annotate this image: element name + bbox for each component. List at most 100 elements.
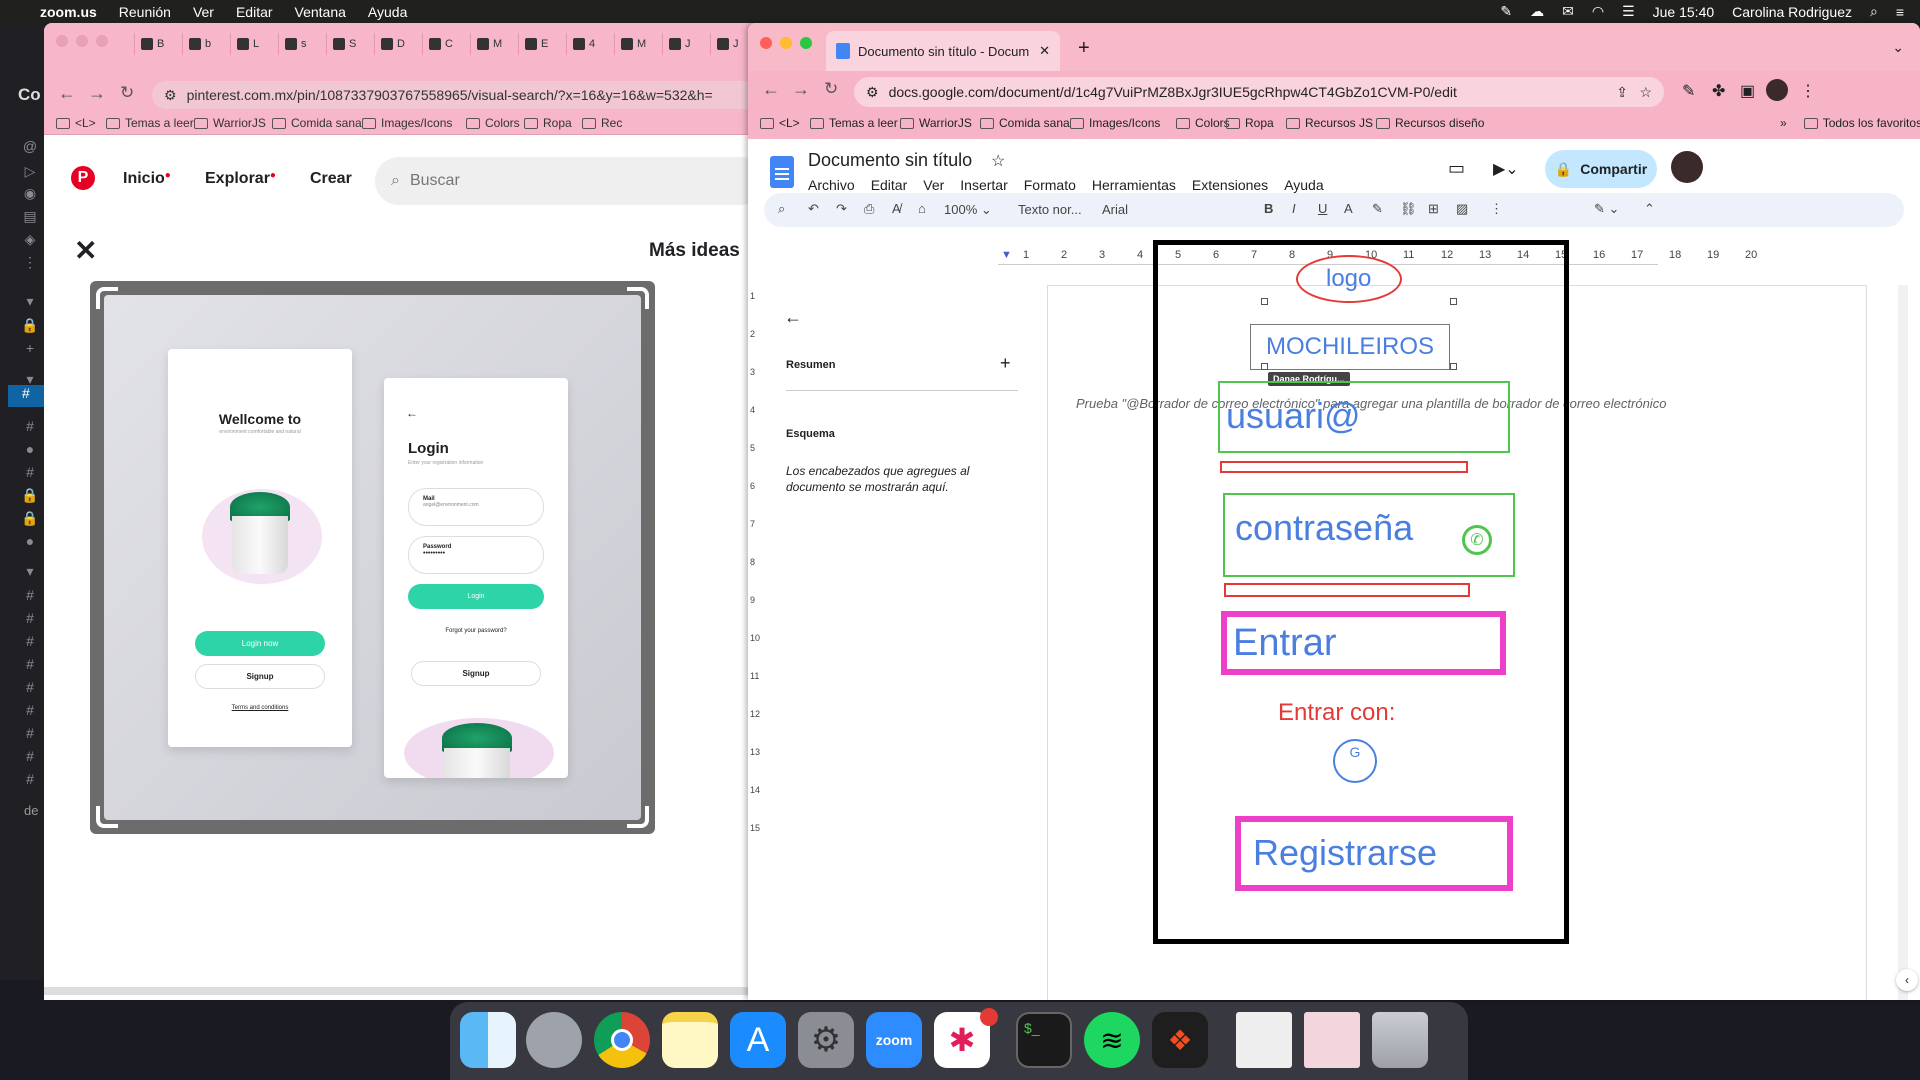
vertical-ruler[interactable]: 1 2 3 4 5 6 7 8 9 10 11 12 13 14 15	[748, 291, 762, 991]
more-bookmarks-icon[interactable]: »	[1780, 116, 1787, 130]
caret-icon[interactable]: ▾	[22, 293, 38, 309]
share-button[interactable]: 🔒 Compartir	[1545, 150, 1657, 188]
pen-status-icon[interactable]: ✎	[1500, 3, 1512, 20]
pinterest-tab[interactable]: s	[278, 33, 326, 55]
side-panel-collapse-icon[interactable]: ‹	[1896, 969, 1918, 991]
underline-icon[interactable]: U	[1318, 201, 1327, 216]
send-icon[interactable]: ▷	[22, 163, 38, 179]
bookmark-item[interactable]: Temas a leer	[106, 116, 194, 130]
profile-avatar[interactable]	[1766, 79, 1788, 101]
avatar[interactable]: ●	[22, 441, 38, 457]
pinterest-tab[interactable]: 4	[566, 33, 614, 55]
lock-icon[interactable]: 🔒	[21, 317, 38, 333]
crop-corner-bl[interactable]	[96, 806, 118, 828]
bold-icon[interactable]: B	[1264, 201, 1273, 216]
bookmark-item[interactable]: WarriorJS	[900, 116, 972, 130]
pinterest-url-field[interactable]: ⚙ pinterest.com.mx/pin/10873379037675589…	[152, 81, 756, 109]
account-avatar[interactable]	[1671, 151, 1703, 183]
avatar[interactable]: ●	[22, 533, 38, 549]
bookmark-item[interactable]: Recursos diseño	[1376, 116, 1484, 130]
selection-handle[interactable]	[1261, 363, 1268, 370]
tab-search-icon[interactable]: ⌄	[1892, 39, 1904, 56]
channel-hash-icon[interactable]: #	[22, 702, 38, 718]
nav-explorar[interactable]: Explorar●	[205, 170, 276, 188]
bookmark-item[interactable]: <L>	[760, 116, 800, 130]
bookmark-item[interactable]: Images/Icons	[1070, 116, 1160, 130]
docs-menu-item[interactable]: Insertar	[960, 177, 1007, 193]
close-pin-icon[interactable]: ✕	[74, 234, 97, 267]
paint-format-icon[interactable]: ⌂	[918, 201, 926, 216]
menubar-item-editar[interactable]: Editar	[236, 4, 273, 20]
tab-close-icon[interactable]: ✕	[1039, 43, 1050, 59]
docs-menu-item[interactable]: Ver	[923, 177, 944, 193]
menubar-item-reunion[interactable]: Reunión	[119, 4, 171, 20]
docs-url-field[interactable]: ⚙ docs.google.com/document/d/1c4g7VuiPrM…	[854, 77, 1664, 107]
zoom-app-icon[interactable]: zoom	[866, 1012, 922, 1068]
login-now-button[interactable]: Login now	[195, 631, 325, 656]
docs-logo-icon[interactable]	[770, 156, 794, 188]
menubar-app-name[interactable]: zoom.us	[40, 4, 97, 20]
highlight-icon[interactable]: ✎	[1372, 201, 1383, 217]
print-icon[interactable]: ⎙	[864, 201, 874, 217]
style-select[interactable]: Texto nor...	[1018, 202, 1082, 217]
selection-handle[interactable]	[1261, 298, 1268, 305]
browser-menu-icon[interactable]: ⋮	[1800, 81, 1816, 101]
image-icon[interactable]: ▨	[1456, 201, 1468, 217]
login-button[interactable]: Login	[408, 584, 544, 609]
chat-icon[interactable]: ◉	[22, 185, 38, 201]
bookmark-item[interactable]: Comida sana	[272, 116, 362, 130]
control-center-icon[interactable]: ☰	[1622, 3, 1635, 20]
forgot-password-link[interactable]: Forgot your password?	[384, 628, 568, 634]
terms-link[interactable]: Terms and conditions	[168, 705, 352, 711]
bookmark-item[interactable]: WarriorJS	[194, 116, 266, 130]
channel-hash-icon[interactable]: #	[22, 633, 38, 649]
pinterest-search-input[interactable]: ⌕ Buscar	[375, 157, 756, 205]
star-icon[interactable]: ☆	[991, 151, 1005, 171]
forward-icon[interactable]: →	[792, 79, 810, 100]
new-tab-icon[interactable]: +	[1078, 37, 1090, 60]
menubar-item-ventana[interactable]: Ventana	[295, 4, 346, 20]
pinterest-tab[interactable]: J	[662, 33, 710, 55]
share-page-icon[interactable]: ⇪	[1616, 84, 1628, 101]
all-bookmarks[interactable]: » Todos los favoritos	[1780, 116, 1920, 130]
pin-image-frame[interactable]: Wellcome to environment comfortable and …	[90, 281, 655, 834]
channel-hash-icon[interactable]: #	[22, 725, 38, 741]
more-tools-icon[interactable]: ⋮	[1490, 201, 1503, 217]
system-settings-icon[interactable]: ⚙	[798, 1012, 854, 1068]
bookmark-item[interactable]: Rec	[582, 116, 622, 130]
forward-icon[interactable]: →	[88, 83, 106, 104]
pinterest-tab[interactable]: L	[230, 33, 278, 55]
lock-icon[interactable]: 🔒	[21, 487, 38, 503]
vertical-scrollbar[interactable]	[1898, 285, 1908, 1000]
bookmark-item[interactable]: Colors	[466, 116, 520, 130]
close-button[interactable]	[56, 35, 68, 47]
channel-active[interactable]: #	[8, 385, 44, 407]
zoom-button[interactable]	[800, 37, 812, 49]
channel-hash-icon[interactable]: #	[22, 771, 38, 787]
pinterest-tab[interactable]: M	[470, 33, 518, 55]
user-name[interactable]: Carolina Rodriguez	[1732, 4, 1852, 20]
mention-icon[interactable]: @	[22, 138, 38, 154]
bookmark-item[interactable]: Recursos JS	[1286, 116, 1373, 130]
reload-icon[interactable]: ↻	[824, 79, 838, 99]
bookmark-item[interactable]: Images/Icons	[362, 116, 452, 130]
redo-icon[interactable]: ↷	[836, 201, 847, 217]
add-summary-icon[interactable]: +	[1000, 353, 1011, 374]
undo-icon[interactable]: ↶	[808, 201, 819, 217]
back-icon[interactable]: ←	[58, 83, 76, 104]
crop-corner-tl[interactable]	[96, 287, 118, 309]
pinterest-horizontal-scrollbar[interactable]	[44, 987, 756, 995]
extension-icon[interactable]: ✎	[1682, 81, 1695, 101]
link-icon[interactable]: ⛓	[1400, 201, 1417, 217]
spotify-icon[interactable]: ≋	[1084, 1012, 1140, 1068]
indent-marker-icon[interactable]: ▼	[1001, 249, 1012, 261]
mail-field[interactable]: Mail angel@environment.com	[408, 488, 544, 526]
pinterest-logo-icon[interactable]: P	[71, 166, 95, 190]
pinterest-tab[interactable]: b	[182, 33, 230, 55]
close-button[interactable]	[760, 37, 772, 49]
docs-menu-item[interactable]: Herramientas	[1092, 177, 1176, 193]
side-panel-icon[interactable]: ▣	[1740, 81, 1755, 101]
docs-menu-item[interactable]: Extensiones	[1192, 177, 1268, 193]
files-icon[interactable]: ▤	[22, 208, 38, 224]
bookmark-item[interactable]: Comida sana	[980, 116, 1070, 130]
